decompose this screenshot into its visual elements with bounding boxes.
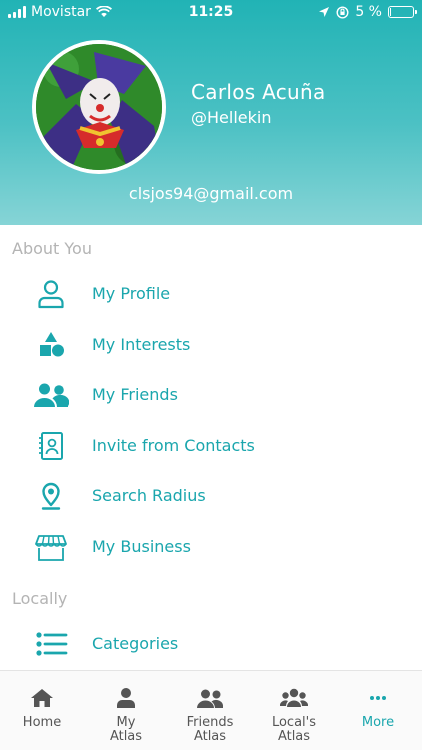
map-pin-icon: [41, 482, 61, 510]
avatar[interactable]: [32, 40, 166, 174]
menu-label-my-friends: My Friends: [92, 385, 178, 404]
menu-label-invite-contacts: Invite from Contacts: [92, 436, 255, 455]
tab-label-my-atlas: My Atlas: [109, 715, 143, 744]
menu-label-search-radius: Search Radius: [92, 486, 206, 505]
menu-label-my-profile: My Profile: [92, 284, 171, 303]
group-icon: [280, 688, 308, 707]
tab-label-friends-atlas: Friends Atlas: [186, 715, 234, 744]
list-icon: [36, 632, 68, 656]
tab-label-more: More: [361, 715, 395, 730]
person-icon: [117, 688, 135, 708]
menu-item-my-interests[interactable]: My Interests: [0, 321, 422, 369]
contacts-icon: [39, 432, 63, 460]
status-bar: Movistar 11:25 5 %: [0, 0, 422, 26]
user-email: clsjos94@gmail.com: [128, 184, 294, 203]
location-arrow-icon: [319, 7, 330, 17]
user-handle: @Hellekin: [191, 108, 272, 127]
tab-locals-atlas[interactable]: Local's Atlas: [252, 671, 336, 750]
tab-my-atlas[interactable]: My Atlas: [84, 671, 168, 750]
menu-item-my-business[interactable]: My Business: [0, 523, 422, 571]
menu-item-search-radius[interactable]: Search Radius: [0, 472, 422, 520]
tab-more[interactable]: More: [336, 671, 420, 750]
home-icon: [31, 689, 53, 707]
friends-icon: [197, 689, 224, 708]
menu-item-categories[interactable]: Categories: [0, 620, 422, 668]
status-right: 5 %: [318, 4, 417, 20]
menu-item-my-friends[interactable]: My Friends: [0, 371, 422, 419]
orientation-lock-icon: [336, 5, 349, 19]
tab-label-locals-atlas: Local's Atlas: [271, 715, 317, 744]
profile-header: Movistar 11:25 5 % Carlos Acuña @Helleki…: [0, 0, 422, 225]
section-title-locally: Locally: [12, 589, 68, 608]
tab-bar: Home My Atlas Friends Atlas Local's Atla…: [0, 670, 422, 750]
avatar-image: [36, 44, 162, 170]
tab-home[interactable]: Home: [0, 671, 84, 750]
menu-label-my-interests: My Interests: [92, 335, 191, 354]
section-title-about: About You: [12, 239, 92, 258]
tab-label-home: Home: [22, 715, 62, 730]
menu-label-my-business: My Business: [92, 537, 191, 556]
shapes-icon: [40, 332, 64, 357]
menu-item-my-profile[interactable]: My Profile: [0, 270, 422, 318]
profile-icon: [38, 280, 64, 309]
menu-label-categories: Categories: [92, 634, 179, 653]
menu-item-invite-contacts[interactable]: Invite from Contacts: [0, 422, 422, 470]
battery-icon: [388, 6, 417, 18]
user-name: Carlos Acuña: [191, 80, 326, 104]
battery-fill: [390, 8, 391, 16]
tab-friends-atlas[interactable]: Friends Atlas: [168, 671, 252, 750]
more-icon: [370, 696, 386, 700]
store-icon: [35, 535, 67, 561]
friends-icon: [34, 383, 69, 407]
battery-percent: 5 %: [355, 4, 382, 20]
